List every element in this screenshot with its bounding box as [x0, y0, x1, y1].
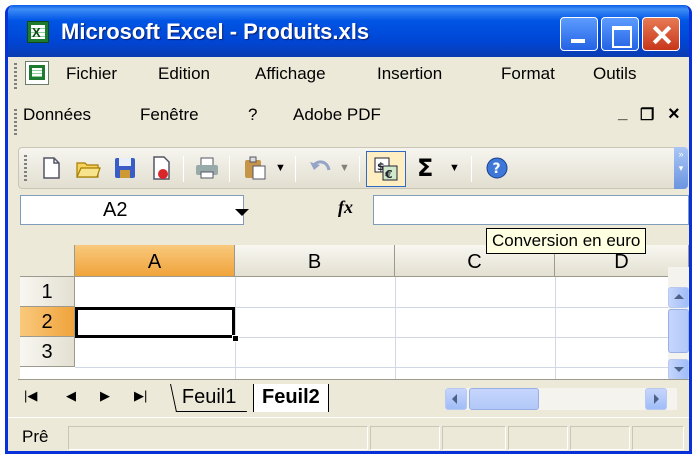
sheet-tab-feuil2[interactable]: Feuil2 [253, 384, 329, 412]
menu-bar: Fichier Edition Affichage Insertion Form… [8, 57, 689, 147]
standard-toolbar: ▼ ▼ $ € Σ ▼ ? [18, 147, 680, 189]
menu-edition[interactable]: Edition [158, 64, 210, 84]
menu-grip[interactable] [14, 63, 17, 91]
svg-text:€: € [384, 168, 393, 181]
next-sheet-button[interactable]: ▶ [100, 388, 110, 404]
scroll-left-button[interactable] [445, 388, 467, 410]
print-icon[interactable] [193, 154, 221, 182]
status-panel [632, 426, 684, 450]
menu-outils[interactable]: Outils [593, 64, 636, 84]
status-panel [68, 426, 368, 450]
row-header-3[interactable]: 3 [20, 337, 75, 367]
undo-dropdown-icon[interactable]: ▼ [339, 162, 350, 174]
formula-bar: A2 fx [8, 193, 689, 225]
insert-function-icon[interactable]: fx [338, 197, 353, 218]
name-box[interactable]: A2 [20, 195, 249, 225]
toolbar-options-chevron[interactable]: » ▾ [674, 147, 688, 189]
toolbar-separator [295, 156, 296, 182]
help-icon[interactable]: ? [483, 154, 511, 182]
scroll-right-button[interactable] [645, 388, 667, 410]
toolbar-separator [183, 156, 184, 182]
menu-help[interactable]: ? [248, 105, 257, 125]
menu-grip-2[interactable] [14, 109, 17, 137]
menu-format[interactable]: Format [501, 64, 555, 84]
close-button[interactable] [642, 17, 680, 51]
excel-window: X Microsoft Excel - Produits.xls Fichier… [5, 5, 692, 454]
svg-text:?: ? [493, 161, 501, 177]
gridline [235, 277, 236, 379]
maximize-button[interactable] [601, 17, 639, 51]
menu-fichier[interactable]: Fichier [66, 64, 117, 84]
vertical-scrollbar[interactable] [668, 267, 689, 381]
name-box-dropdown-icon[interactable] [235, 209, 249, 216]
menu-donnees[interactable]: Données [23, 105, 91, 125]
last-sheet-button[interactable]: ▶| [134, 388, 147, 404]
paste-icon[interactable] [241, 154, 269, 182]
menu-fenetre[interactable]: Fenêtre [140, 105, 199, 125]
doc-close-button[interactable]: × [668, 103, 680, 126]
undo-icon[interactable] [307, 154, 335, 182]
status-bar: Prê [8, 417, 689, 451]
active-cell[interactable] [75, 307, 235, 338]
save-icon[interactable] [111, 154, 139, 182]
doc-restore-button[interactable]: ❐ [640, 105, 654, 125]
new-icon[interactable] [37, 154, 65, 182]
toolbar-grip[interactable] [24, 155, 27, 181]
autosum-icon[interactable]: Σ [417, 154, 433, 182]
euro-conversion-icon: $ € [374, 157, 398, 181]
status-panel [508, 426, 568, 450]
column-header-b[interactable]: B [235, 245, 395, 277]
title-bar[interactable]: X Microsoft Excel - Produits.xls [8, 5, 689, 57]
horizontal-scrollbar[interactable] [445, 388, 677, 410]
menu-insertion[interactable]: Insertion [377, 64, 442, 84]
paste-dropdown-icon[interactable]: ▼ [275, 162, 286, 174]
gridline [555, 277, 556, 379]
scroll-down-button[interactable] [668, 359, 689, 380]
toolbar-separator [359, 156, 360, 182]
doc-minimize-button[interactable]: _ [618, 103, 627, 123]
vertical-scroll-thumb[interactable] [668, 309, 689, 353]
permission-icon[interactable] [147, 154, 175, 182]
fill-handle[interactable] [232, 335, 239, 342]
status-panel [370, 426, 440, 450]
horizontal-scroll-thumb[interactable] [469, 388, 539, 410]
sheet-tab-label: Feuil1 [181, 386, 237, 408]
worksheet-grid: A B C D 1 2 3 [20, 245, 689, 379]
gridline [395, 277, 396, 379]
excel-app-icon[interactable]: X [27, 21, 49, 43]
menu-adobe-pdf[interactable]: Adobe PDF [293, 105, 381, 125]
open-icon[interactable] [74, 154, 102, 182]
column-header-a[interactable]: A [75, 245, 235, 277]
sheet-tab-bar: |◀ ◀ ▶ ▶| Feuil1 Feuil2 [18, 379, 689, 417]
status-panel [570, 426, 630, 450]
sheet-tab-feuil1[interactable]: Feuil1 [170, 384, 248, 412]
prev-sheet-button[interactable]: ◀ [66, 388, 76, 404]
select-all-button[interactable] [20, 245, 75, 277]
formula-input[interactable] [373, 195, 689, 225]
gridline [75, 367, 689, 368]
minimize-button[interactable] [560, 17, 598, 51]
autosum-dropdown-icon[interactable]: ▼ [449, 162, 460, 174]
tooltip: Conversion en euro [486, 228, 647, 254]
row-header-1[interactable]: 1 [20, 277, 75, 307]
menu-affichage[interactable]: Affichage [255, 64, 326, 84]
row-header-2[interactable]: 2 [20, 307, 75, 337]
workbook-icon[interactable] [25, 61, 49, 85]
scroll-up-button[interactable] [668, 287, 689, 308]
status-text: Prê [22, 427, 49, 446]
toolbar-separator [471, 156, 472, 182]
euro-conversion-button[interactable]: $ € [366, 151, 406, 187]
status-panel [442, 426, 506, 450]
window-title: Microsoft Excel - Produits.xls [61, 19, 370, 44]
first-sheet-button[interactable]: |◀ [24, 388, 37, 404]
name-box-value: A2 [103, 199, 128, 221]
toolbar-separator [229, 156, 230, 182]
